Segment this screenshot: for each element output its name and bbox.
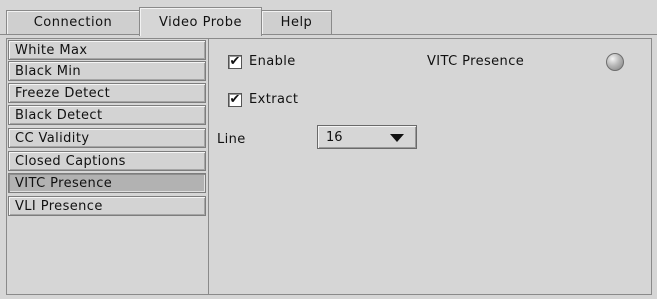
- sidebar-item-closed-captions[interactable]: Closed Captions: [8, 151, 206, 171]
- extract-label: Extract: [249, 92, 299, 107]
- tab-help[interactable]: Help: [261, 10, 332, 34]
- enable-checkbox[interactable]: ✔: [228, 55, 242, 69]
- extract-checkbox[interactable]: ✔: [228, 93, 242, 107]
- sidebar-item-vli-presence[interactable]: VLI Presence: [8, 196, 206, 216]
- sidebar: White Max Black Min Freeze Detect Black …: [7, 39, 209, 294]
- video-probe-panel: White Max Black Min Freeze Detect Black …: [6, 38, 652, 295]
- tab-bar: Connection Video Probe Help: [0, 0, 657, 36]
- sidebar-item-cc-validity[interactable]: CC Validity: [8, 128, 206, 148]
- tab-connection[interactable]: Connection: [6, 10, 140, 34]
- tab-divider: [0, 34, 657, 35]
- chevron-down-icon: [390, 134, 404, 142]
- sidebar-item-freeze-detect[interactable]: Freeze Detect: [8, 83, 206, 103]
- sidebar-item-black-detect[interactable]: Black Detect: [8, 105, 206, 125]
- sidebar-item-black-min[interactable]: Black Min: [8, 61, 206, 81]
- line-label: Line: [217, 132, 246, 147]
- tab-video-probe[interactable]: Video Probe: [139, 7, 262, 36]
- enable-label: Enable: [249, 54, 296, 69]
- line-dropdown-value: 16: [326, 130, 343, 145]
- status-led-icon: [606, 53, 624, 71]
- line-dropdown[interactable]: 16: [317, 125, 417, 149]
- sidebar-item-vitc-presence[interactable]: VITC Presence: [8, 173, 206, 193]
- sidebar-item-white-max[interactable]: White Max: [8, 40, 206, 60]
- vitc-presence-label: VITC Presence: [427, 54, 525, 69]
